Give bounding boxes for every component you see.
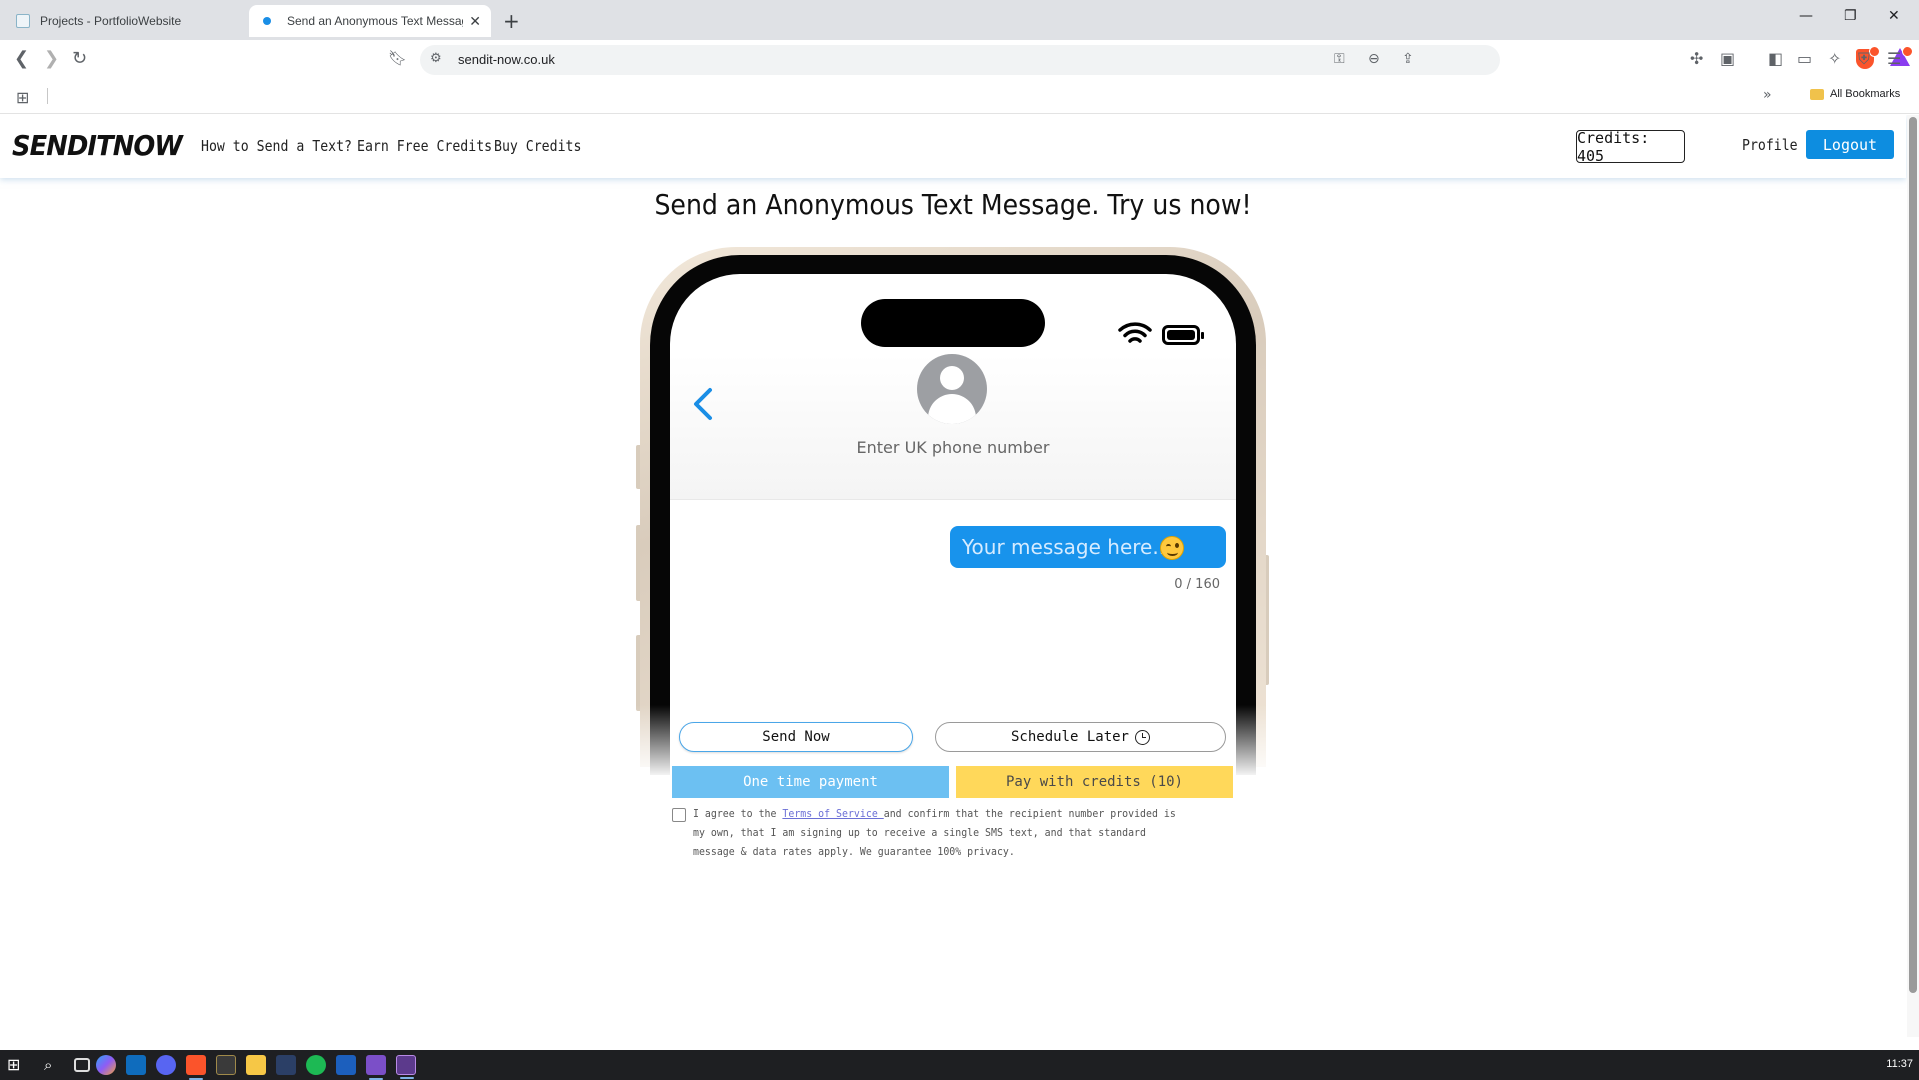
back-icon[interactable]: ❮ (14, 48, 29, 69)
vpn-icon[interactable]: ⛨ (1858, 49, 1870, 69)
apps-grid-icon[interactable]: ⊞ (16, 88, 29, 107)
bookmarks-bar: ⊞ » All Bookmarks (0, 80, 1919, 114)
contact-header (670, 354, 1236, 500)
discord-icon[interactable] (156, 1055, 176, 1075)
tab-strip: Projects - PortfolioWebsite Send an Anon… (0, 0, 1919, 40)
battery-icon (1162, 325, 1204, 345)
tab-projects[interactable]: Projects - PortfolioWebsite (6, 5, 246, 37)
schedule-later-label: Schedule Later (1010, 729, 1129, 745)
back-chevron-icon[interactable] (686, 384, 720, 424)
scrollbar-thumb[interactable] (1909, 117, 1917, 993)
page-favicon-icon (16, 14, 30, 28)
one-time-payment-button[interactable]: One time payment (672, 766, 949, 798)
remote-desktop-icon[interactable] (276, 1055, 296, 1075)
new-tab-icon[interactable]: + (503, 9, 520, 33)
brave-browser-icon[interactable] (186, 1055, 206, 1080)
copilot-icon[interactable] (96, 1055, 116, 1075)
character-counter: 0 / 160 (1174, 577, 1220, 592)
wifi-icon (1118, 322, 1152, 343)
profile-link[interactable]: Profile (1742, 136, 1798, 154)
message-input[interactable] (962, 533, 1172, 561)
menu-icon[interactable]: ☰ (1887, 49, 1901, 68)
tab-sendit[interactable]: Send an Anonymous Text Message ✕ (249, 5, 491, 37)
minecraft-icon[interactable] (216, 1055, 236, 1075)
taskbar-clock[interactable]: 11:37 (1886, 1058, 1913, 1070)
terms-agreement-text: I agree to the Terms of Service and conf… (693, 804, 1184, 861)
nav-earn-credits[interactable]: Earn Free Credits (357, 137, 492, 155)
wink-emoji-icon (1160, 536, 1184, 560)
phone-number-input[interactable] (770, 432, 1136, 462)
web-page: SENDITNOW How to Send a Text? Earn Free … (0, 115, 1919, 1037)
word-icon[interactable] (336, 1055, 356, 1075)
outlook-icon[interactable] (126, 1055, 146, 1075)
bookmarks-divider (47, 88, 48, 104)
site-logo[interactable]: SENDITNOW (12, 129, 183, 162)
zoom-icon[interactable]: ⊖ (1368, 51, 1380, 67)
nav-how-to-send[interactable]: How to Send a Text? (201, 137, 352, 155)
close-window-icon[interactable]: ✕ (1888, 8, 1900, 24)
all-bookmarks-link[interactable]: All Bookmarks (1830, 88, 1900, 100)
key-icon[interactable]: ⚿ (1334, 51, 1345, 67)
csharp-project-icon[interactable] (396, 1055, 416, 1079)
minimize-icon[interactable]: — (1799, 8, 1813, 24)
bookmark-page-icon[interactable]: 🔖︎ (388, 49, 407, 67)
reload-icon[interactable]: ↻ (72, 48, 87, 69)
folder-icon (1810, 89, 1824, 100)
leo-ai-icon[interactable]: ✧ (1828, 49, 1841, 68)
windows-start-icon[interactable]: ⊞ (7, 1055, 27, 1075)
search-icon[interactable]: ⌕ (44, 1055, 64, 1075)
browser-toolbar: ❮ ❯ ↻ 🔖︎ ⚙ sendit-now.co.uk ⚿ ⊖ ⇪ ✣ ▣ ◧ … (0, 40, 1919, 80)
tab-title: Send an Anonymous Text Message (287, 14, 464, 28)
nav-buy-credits[interactable]: Buy Credits (494, 137, 581, 155)
terms-prefix: I agree to the (693, 807, 783, 820)
wallet-icon[interactable]: ▭ (1797, 49, 1812, 68)
logout-button[interactable]: Logout (1806, 130, 1894, 159)
share-icon[interactable]: ⇪ (1402, 51, 1414, 67)
schedule-later-button[interactable]: Schedule Later (935, 722, 1226, 752)
message-bubble[interactable] (950, 526, 1226, 568)
windows-taskbar: ⊞ ⌕ 11:37 (0, 1050, 1919, 1080)
task-view-icon[interactable] (74, 1058, 90, 1072)
contact-avatar-icon (917, 354, 987, 424)
close-tab-icon[interactable]: ✕ (469, 13, 481, 30)
terms-checkbox[interactable] (672, 808, 686, 822)
page-title: Send an Anonymous Text Message. Try us n… (654, 188, 1252, 221)
pay-with-credits-button[interactable]: Pay with credits (10) (956, 766, 1233, 798)
extensions-icon[interactable]: ✣ (1690, 49, 1703, 68)
screenshot-icon[interactable]: ▣ (1720, 49, 1735, 68)
credits-balance[interactable]: Credits: 405 (1576, 129, 1685, 165)
dynamic-island (861, 299, 1045, 347)
clock-icon (1135, 729, 1150, 745)
site-settings-icon[interactable]: ⚙ (430, 51, 442, 66)
terms-of-service-link[interactable]: Terms of Service (782, 807, 883, 820)
send-now-button[interactable]: Send Now (679, 722, 913, 752)
spotify-icon[interactable] (306, 1055, 326, 1075)
url-text[interactable]: sendit-now.co.uk (458, 52, 555, 67)
site-header: SENDITNOW How to Send a Text? Earn Free … (0, 115, 1906, 178)
restore-icon[interactable]: ❐ (1844, 8, 1857, 24)
sidebar-icon[interactable]: ◧ (1768, 49, 1783, 68)
tab-title: Projects - PortfolioWebsite (40, 14, 182, 28)
address-bar[interactable]: ⚙ sendit-now.co.uk ⚿ ⊖ ⇪ (420, 45, 1913, 75)
loading-dot-icon (263, 17, 271, 25)
visual-studio-icon[interactable] (366, 1055, 386, 1080)
more-bookmarks-icon[interactable]: » (1763, 87, 1772, 103)
forward-icon[interactable]: ❯ (44, 48, 59, 69)
page-scrollbar[interactable] (1907, 115, 1919, 1037)
file-explorer-icon[interactable] (246, 1055, 266, 1075)
